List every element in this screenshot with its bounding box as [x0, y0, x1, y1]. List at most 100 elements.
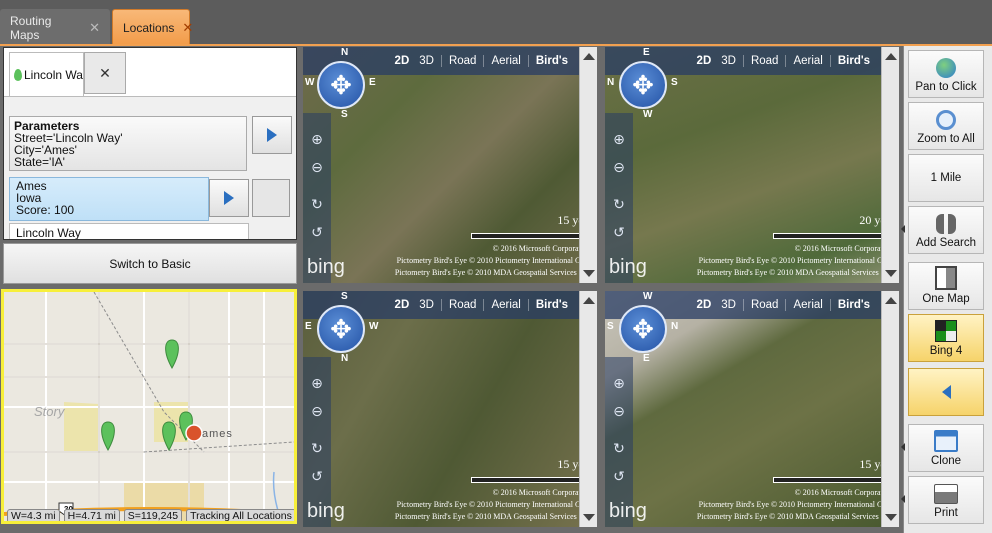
current-location-marker: [185, 424, 203, 442]
zoom-out-icon[interactable]: ⊖: [309, 403, 325, 419]
tab-routing-maps[interactable]: Routing Maps ✕: [0, 9, 110, 46]
compass-rose-icon[interactable]: [317, 305, 365, 353]
map-mode-road[interactable]: Road: [742, 299, 786, 311]
one-mile-button[interactable]: 1 Mile: [908, 154, 984, 202]
zoom-out-icon[interactable]: ⊖: [309, 159, 325, 175]
scroll-up-icon[interactable]: [885, 297, 897, 304]
bing-4-button[interactable]: Bing 4: [908, 314, 984, 362]
map-pane[interactable]: 2D3DRoadAerialBird's N E S W ⊕ ⊖ ↻ ↺ 15 yds © 2016…: [303, 47, 597, 283]
zoom-in-icon[interactable]: ⊕: [309, 375, 325, 391]
parameters-box[interactable]: Parameters Street='Lincoln Way' City='Am…: [9, 116, 247, 171]
map-mode-aerial[interactable]: Aerial: [785, 299, 829, 311]
result-item[interactable]: Lincoln Way: [9, 223, 249, 239]
scroll-up-icon[interactable]: [583, 297, 595, 304]
toolbar-label: Pan to Click: [915, 81, 977, 93]
copyright-text: © 2016 Microsoft Corporation: [794, 244, 893, 253]
close-icon[interactable]: ✕: [182, 20, 193, 36]
map-mode-3d[interactable]: 3D: [714, 55, 743, 67]
tab-locations[interactable]: Locations ✕: [112, 9, 193, 46]
clone-button[interactable]: Clone: [901, 424, 984, 472]
result-item[interactable]: Ames Iowa Score: 100: [9, 177, 209, 221]
compass-rose-icon[interactable]: [317, 61, 365, 109]
map-mode-road[interactable]: Road: [742, 55, 786, 67]
map-mode-2d[interactable]: 2D: [388, 299, 413, 311]
scroll-down-icon[interactable]: [583, 270, 595, 277]
scroll-down-icon[interactable]: [583, 514, 595, 521]
map-mode-2d[interactable]: 2D: [690, 299, 715, 311]
map-pane[interactable]: 2D3DRoadAerialBird's W N E S ⊕ ⊖ ↻ ↺ 15 yds © 2016…: [605, 291, 899, 527]
add-search-button[interactable]: Add Search: [901, 206, 984, 254]
scrollbar[interactable]: [252, 179, 290, 217]
zoom-in-icon[interactable]: ⊕: [611, 131, 627, 147]
map-pane[interactable]: 2D3DRoadAerialBird's E S W N ⊕ ⊖ ↻ ↺ 20 yds © 2016…: [605, 47, 899, 283]
compass-rose-icon[interactable]: [619, 61, 667, 109]
map-mode-road[interactable]: Road: [440, 299, 484, 311]
map-mode-aerial[interactable]: Aerial: [483, 55, 527, 67]
map-mode-birds[interactable]: Bird's: [527, 55, 575, 67]
play-icon: [224, 191, 234, 205]
run-search-button[interactable]: [252, 116, 292, 154]
one-map-button[interactable]: One Map: [908, 262, 984, 310]
zoom-in-icon[interactable]: ⊕: [611, 375, 627, 391]
rotate-counterclockwise-icon[interactable]: ↺: [611, 468, 627, 484]
rotate-clockwise-icon[interactable]: ↻: [611, 440, 627, 456]
map-mode-3d[interactable]: 3D: [714, 299, 743, 311]
copyright-text: Pictometry Bird's Eye © 2010 MDA Geospat…: [394, 268, 591, 277]
rotate-counterclockwise-icon[interactable]: ↺: [611, 224, 627, 240]
map-mode-road[interactable]: Road: [440, 55, 484, 67]
close-icon[interactable]: ✕: [89, 20, 100, 36]
result-street: Lincoln Way: [16, 226, 81, 239]
map-mode-3d[interactable]: 3D: [412, 299, 441, 311]
switch-to-basic-button[interactable]: Switch to Basic: [3, 243, 297, 284]
print-button[interactable]: Print: [901, 476, 984, 524]
scrollbar[interactable]: [579, 291, 597, 527]
map-mode-aerial[interactable]: Aerial: [483, 299, 527, 311]
map-mode-birds[interactable]: Bird's: [527, 299, 575, 311]
compass-direction: N: [671, 321, 679, 332]
copyright-text: Pictometry Bird's Eye © 2010 Pictometry …: [698, 256, 893, 265]
scroll-down-icon[interactable]: [885, 270, 897, 277]
map-pane[interactable]: 2D3DRoadAerialBird's S W N E ⊕ ⊖ ↻ ↺ 15 yds © 2016…: [303, 291, 597, 527]
compass-direction: E: [643, 47, 650, 58]
scrollbar[interactable]: [881, 291, 899, 527]
search-tab[interactable]: Lincoln Way: [9, 52, 84, 97]
rotate-clockwise-icon[interactable]: ↻: [309, 440, 325, 456]
map-mode-birds[interactable]: Bird's: [829, 299, 877, 311]
toolbar-label: Add Search: [915, 237, 977, 249]
tab-underline: [0, 44, 992, 46]
zoom-out-icon[interactable]: ⊖: [611, 159, 627, 175]
copyright-text: Pictometry Bird's Eye © 2010 MDA Geospat…: [696, 268, 893, 277]
expand-marker-icon: [901, 495, 905, 503]
map-mode-2d[interactable]: 2D: [690, 55, 715, 67]
tab-strip: Routing Maps ✕ Locations ✕: [0, 0, 992, 46]
printer-icon: [934, 484, 958, 504]
collapse-panel-button[interactable]: [908, 368, 984, 416]
compass-direction: S: [341, 291, 348, 302]
map-mode-3d[interactable]: 3D: [412, 55, 441, 67]
map-mode-2d[interactable]: 2D: [388, 55, 413, 67]
pan-to-click-button[interactable]: Pan to Click: [908, 50, 984, 98]
scroll-up-icon[interactable]: [583, 53, 595, 60]
overview-map[interactable]: Story ames 30 W=4.3 mi H=4.71 mi S=119,2…: [1, 289, 297, 524]
search-panel: Lincoln Way ✕ Parameters Street='Lincoln…: [3, 47, 297, 240]
scale-bar: [773, 477, 891, 483]
zoom-in-icon[interactable]: ⊕: [309, 131, 325, 147]
map-mode-aerial[interactable]: Aerial: [785, 55, 829, 67]
scale-readout: S=119,245: [123, 509, 183, 521]
scrollbar[interactable]: [881, 47, 899, 283]
rotate-clockwise-icon[interactable]: ↻: [309, 196, 325, 212]
scrollbar[interactable]: [579, 47, 597, 283]
scroll-down-icon[interactable]: [885, 514, 897, 521]
bing-logo: bing: [307, 256, 345, 278]
map-mode-birds[interactable]: Bird's: [829, 55, 877, 67]
zoom-out-icon[interactable]: ⊖: [611, 403, 627, 419]
rotate-counterclockwise-icon[interactable]: ↺: [309, 468, 325, 484]
scroll-up-icon[interactable]: [885, 53, 897, 60]
zoom-to-all-button[interactable]: Zoom to All: [908, 102, 984, 150]
search-tab-close-button[interactable]: ✕: [84, 52, 126, 94]
rotate-clockwise-icon[interactable]: ↻: [611, 196, 627, 212]
compass-rose-icon[interactable]: [619, 305, 667, 353]
bing-logo: bing: [609, 500, 647, 522]
go-to-result-button[interactable]: [209, 179, 249, 217]
rotate-counterclockwise-icon[interactable]: ↺: [309, 224, 325, 240]
